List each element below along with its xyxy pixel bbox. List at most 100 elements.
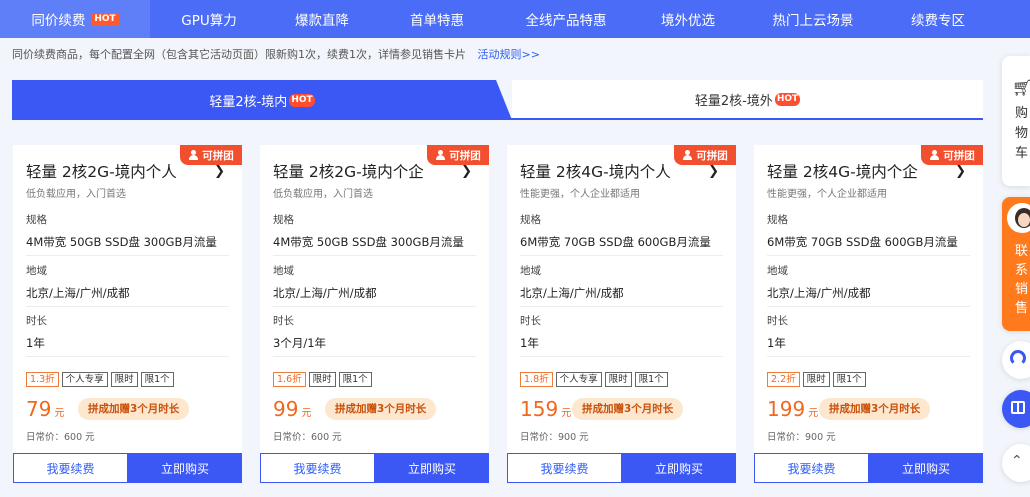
card-actions: 我要续费 立即购买 <box>754 453 983 483</box>
spec-label: 规格 <box>767 214 788 226</box>
price: 99 元 <box>273 397 311 421</box>
chevron-right-icon[interactable]: ❯ <box>461 164 472 179</box>
card-tag: 限时 <box>802 372 830 387</box>
back-to-top-icon: ⌃ <box>1011 453 1023 469</box>
divider <box>273 356 476 357</box>
renew-button[interactable]: 我要续费 <box>754 453 869 483</box>
card-title[interactable]: 轻量 2核4G-境内个企 <box>767 160 918 182</box>
price-value: 199 <box>767 397 806 421</box>
card-actions: 我要续费 立即购买 <box>13 453 242 483</box>
card-tag: 限时 <box>110 372 138 387</box>
nav-tab-same-price-renewal[interactable]: 同价续费 HOT <box>0 0 150 38</box>
nav-tab-label: 同价续费 <box>31 13 86 29</box>
nav-tab-all-products[interactable]: 全线产品特惠 <box>498 0 634 38</box>
nav-tab-renewal-zone[interactable]: 续费专区 <box>884 0 992 38</box>
buy-now-button[interactable]: 立即购买 <box>869 453 983 483</box>
sales-avatar <box>1007 203 1030 233</box>
buy-now-button[interactable]: 立即购买 <box>622 453 736 483</box>
gift-icon <box>1011 401 1025 414</box>
price-unit: 元 <box>561 408 572 419</box>
region-label: 地域 <box>26 265 47 277</box>
promo-pill: 拼成加赠3个月时长 <box>819 398 931 420</box>
promo-pill: 拼成加赠3个月时长 <box>78 398 190 420</box>
duration-label: 时长 <box>520 315 541 327</box>
subtab-underline <box>12 118 983 120</box>
nav-tab-gpu[interactable]: GPU算力 <box>150 0 268 38</box>
group-icon <box>682 150 693 160</box>
card-tag: 限时 <box>308 372 336 387</box>
group-buy-badge: 可拼团 <box>674 145 736 165</box>
group-buy-badge: 可拼团 <box>921 145 983 165</box>
subtab-domestic[interactable]: 轻量2核-境内 HOT <box>12 80 512 120</box>
duration-value: 1年 <box>767 336 786 350</box>
card-tag: 个人专享 <box>61 372 108 387</box>
product-card: 可拼团 轻量 2核2G-境内个企 ❯ 低负载应用，入门首选 规格 4M带宽 50… <box>260 145 489 483</box>
nav-tab-overseas[interactable]: 境外优选 <box>634 0 742 38</box>
notice-text: 同价续费商品，每个配置全网（包含其它活动页面）限新购1次，续费1次，详情参见销售… <box>12 48 466 61</box>
divider <box>520 356 723 357</box>
renew-button[interactable]: 我要续费 <box>260 453 375 483</box>
card-desc: 性能更强，个人企业都适用 <box>520 189 640 200</box>
card-tag: 限1个 <box>832 372 866 387</box>
price-value: 79 <box>26 397 52 421</box>
nav-tab-label: 首单特惠 <box>410 13 464 29</box>
spec-label: 规格 <box>26 214 47 226</box>
promo-pill: 拼成加赠3个月时长 <box>572 398 684 420</box>
chevron-right-icon[interactable]: ❯ <box>708 164 719 179</box>
card-tag: 限1个 <box>338 372 372 387</box>
duration-label: 时长 <box>767 315 788 327</box>
card-desc: 低负载应用，入门首选 <box>26 189 126 200</box>
chevron-right-icon[interactable]: ❯ <box>955 164 966 179</box>
daily-price: 日常价：900 元 <box>520 432 589 443</box>
divider <box>273 306 476 307</box>
nav-tab-cloud-scenes[interactable]: 热门上云场景 <box>742 0 884 38</box>
nav-tab-first-order[interactable]: 首单特惠 <box>376 0 498 38</box>
region-label: 地域 <box>767 265 788 277</box>
discount-tag: 1.3折 <box>26 372 59 387</box>
group-buy-label: 可拼团 <box>449 149 481 162</box>
card-desc: 低负载应用，入门首选 <box>273 189 373 200</box>
chevron-right-icon[interactable]: ❯ <box>214 164 225 179</box>
spec-value: 4M带宽 50GB SSD盘 300GB月流量 <box>26 235 217 249</box>
spec-label: 规格 <box>520 214 541 226</box>
group-buy-label: 可拼团 <box>202 149 234 162</box>
renew-button[interactable]: 我要续费 <box>13 453 128 483</box>
divider <box>520 306 723 307</box>
group-buy-badge: 可拼团 <box>427 145 489 165</box>
cart-icon: 🛒︎ <box>1012 78 1030 97</box>
card-tag: 限时 <box>604 372 632 387</box>
discount-tag: 2.2折 <box>767 372 800 387</box>
top-nav: 同价续费 HOT GPU算力 爆款直降 首单特惠 全线产品特惠 境外优选 热门上… <box>0 0 1030 38</box>
support-button[interactable] <box>1002 341 1030 379</box>
card-title[interactable]: 轻量 2核4G-境内个人 <box>520 160 671 182</box>
card-title[interactable]: 轻量 2核2G-境内个企 <box>273 160 424 182</box>
discount-tag: 1.8折 <box>520 372 553 387</box>
rules-link[interactable]: 活动规则>> <box>478 48 540 61</box>
cart-panel[interactable]: 🛒︎ 购物车 <box>1002 56 1030 186</box>
subtabs: 轻量2核-境外 HOT 轻量2核-境内 HOT <box>12 80 983 120</box>
region-value: 北京/上海/广州/成都 <box>26 286 130 300</box>
duration-label: 时长 <box>26 315 47 327</box>
back-to-top-button[interactable]: ⌃ <box>1002 444 1030 482</box>
subtab-overseas[interactable]: 轻量2核-境外 HOT <box>512 80 983 118</box>
nav-tab-label: GPU算力 <box>181 13 237 29</box>
nav-tab-hot-deals[interactable]: 爆款直降 <box>268 0 376 38</box>
daily-price: 日常价：600 元 <box>26 432 95 443</box>
nav-tab-label: 境外优选 <box>661 13 715 29</box>
product-card: 可拼团 轻量 2核4G-境内个人 ❯ 性能更强，个人企业都适用 规格 6M带宽 … <box>507 145 736 483</box>
renew-button[interactable]: 我要续费 <box>507 453 622 483</box>
group-buy-label: 可拼团 <box>696 149 728 162</box>
region-label: 地域 <box>520 265 541 277</box>
contact-sales-panel[interactable]: 联系销售 <box>1002 197 1030 331</box>
price-value: 159 <box>520 397 559 421</box>
gift-button[interactable] <box>1002 390 1030 428</box>
buy-now-button[interactable]: 立即购买 <box>375 453 489 483</box>
divider <box>767 356 970 357</box>
tag-list: 1.8折 个人专享 限时 限1个 <box>520 372 668 387</box>
daily-price: 日常价：900 元 <box>767 432 836 443</box>
divider <box>767 255 970 256</box>
card-desc: 性能更强，个人企业都适用 <box>767 189 887 200</box>
buy-now-button[interactable]: 立即购买 <box>128 453 242 483</box>
card-title[interactable]: 轻量 2核2G-境内个人 <box>26 160 177 182</box>
region-value: 北京/上海/广州/成都 <box>520 286 624 300</box>
